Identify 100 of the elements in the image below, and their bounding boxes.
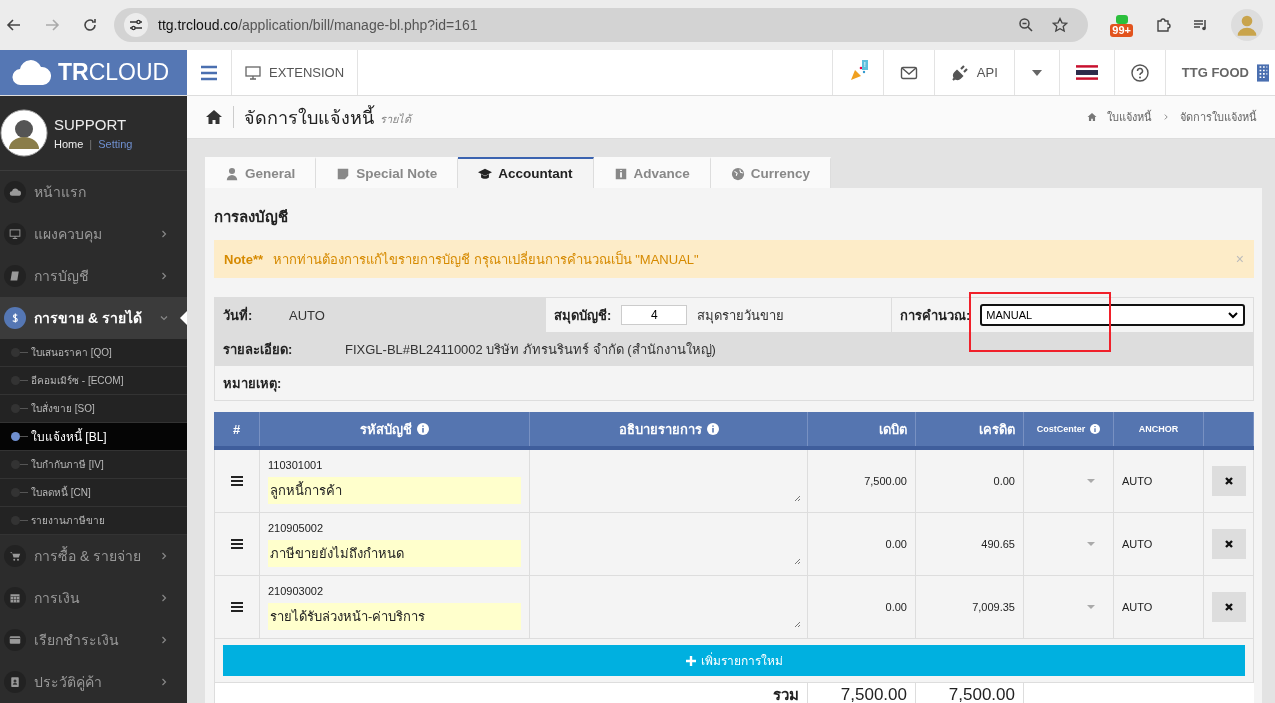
breadcrumb-link[interactable]: ใบแจ้งหนี้ (1107, 108, 1152, 126)
date-value: AUTO (289, 307, 325, 323)
tab[interactable]: General (205, 157, 317, 188)
sidebar-item[interactable]: การบัญชี (0, 255, 187, 297)
total-debit: 7,500.00 (808, 683, 916, 703)
puzzle-icon[interactable] (1155, 17, 1171, 33)
debit-cell: 7,500.00 (808, 450, 916, 512)
star-icon[interactable] (1052, 17, 1069, 33)
reload-icon[interactable] (82, 17, 98, 33)
submenu-item[interactable]: รายงานภาษีขาย (0, 507, 187, 535)
delete-button[interactable] (1211, 466, 1246, 496)
journal-field[interactable]: 4 (621, 305, 688, 325)
field-label: วันที่: (223, 305, 254, 325)
close-icon (1223, 602, 1234, 612)
anchor-cell: AUTO (1114, 576, 1204, 638)
submenu-item[interactable]: ใบกำกับภาษี [IV] (0, 451, 187, 479)
caret-icon (1087, 540, 1095, 548)
breadcrumb-link[interactable]: จัดการใบแจ้งหนี้ (1180, 108, 1257, 126)
account-code: 210903002 (268, 584, 324, 597)
plug-icon (950, 63, 969, 82)
sidebar-item[interactable]: เรียกชำระเงิน (0, 619, 187, 661)
bullet-icon (11, 432, 20, 441)
media-icon[interactable] (1193, 17, 1209, 33)
account-name-field[interactable]: รายได้รับล่วงหน้า-ค่าบริการ (268, 602, 521, 630)
close-icon (1223, 476, 1234, 486)
cloud-icon (4, 181, 26, 203)
active-pointer (180, 311, 187, 325)
delete-button[interactable] (1211, 529, 1246, 559)
home-icon[interactable] (205, 108, 223, 126)
tab[interactable]: Accountant (458, 157, 594, 188)
drag-handle-icon[interactable] (231, 475, 243, 487)
sidebar-item[interactable]: หน้าแรก (0, 171, 187, 213)
submenu-item[interactable]: ใบสั่งขาย [SO] (0, 395, 187, 423)
submenu-item[interactable]: ใบลดหนี้ [CN] (0, 479, 187, 507)
chevron-icon (159, 229, 169, 239)
note-label: Note** (224, 251, 263, 267)
chevron-icon (159, 271, 169, 281)
tab[interactable]: Special Note (316, 157, 459, 188)
bullet-icon (11, 460, 20, 469)
section-title: การลงบัญชี (214, 207, 289, 228)
sidebar-item[interactable]: การเงิน (0, 577, 187, 619)
tab[interactable]: Currency (710, 157, 832, 188)
account-name-field[interactable]: ลูกหนี้การค้า (268, 476, 521, 504)
submenu-item[interactable]: อีคอมเมิร์ซ - [ECOM] (0, 367, 187, 395)
submenu-item[interactable]: ใบเสนอราคา [QO] (0, 339, 187, 367)
column-header: CostCenter (1024, 412, 1114, 446)
address-bar[interactable]: ttg.trcloud.co/application/bill/manage-bl.php?id=161 (114, 8, 1089, 42)
sidebar-item[interactable]: แผงควบคุม (0, 213, 187, 255)
page-title: จัดการใบแจ้งหนี้ (244, 104, 374, 130)
api-button[interactable]: API (933, 50, 1014, 95)
sidebar-item[interactable]: การขาย & รายได้ (0, 297, 187, 339)
delete-button[interactable] (1211, 592, 1246, 622)
sidebar-item[interactable]: การซื้อ & รายจ่าย (0, 535, 187, 577)
building-icon (1257, 63, 1269, 82)
resize-grip-icon (793, 557, 801, 565)
credit-cell: 7,009.35 (916, 576, 1024, 638)
menu-icon (200, 63, 218, 82)
chevron-icon (159, 677, 169, 687)
help-icon (1130, 63, 1149, 82)
note-text: หากท่านต้องการแก้ไขรายการบัญชี กรุณาเปลี่ยนการคำนวณเป็น "MANUAL" (273, 249, 699, 270)
extension-button[interactable]: EXTENSION (231, 50, 359, 95)
graduation-cap-icon (478, 166, 493, 181)
submenu-item[interactable]: ใบแจ้งหนี้ [BL] (0, 423, 187, 451)
column-header: # (214, 412, 260, 446)
monitor-icon (245, 64, 261, 81)
company-button[interactable]: TTG FOOD (1164, 50, 1275, 95)
bullet-icon (11, 376, 20, 385)
extension-badge: 99+ (1110, 23, 1133, 37)
credit-cell: 490.65 (916, 513, 1024, 575)
back-icon[interactable] (6, 17, 22, 33)
drag-handle-icon[interactable] (231, 538, 243, 550)
column-header: รหัสบัญชี (260, 412, 530, 446)
field-label: การคำนวณ: (900, 306, 971, 325)
field-label: หมายเหตุ: (223, 374, 282, 394)
account-code: 110301001 (268, 458, 323, 471)
journal-name: สมุดรายวันขาย (697, 306, 785, 326)
user-icon (225, 166, 239, 181)
separator: | (89, 138, 93, 150)
column-header: เดบิต (808, 412, 916, 446)
credit-cell: 0.00 (916, 450, 1024, 512)
account-name-field[interactable]: ภาษีขายยังไม่ถึงกำหนด (268, 539, 521, 567)
info-icon (706, 423, 719, 435)
zoom-icon[interactable] (1018, 17, 1035, 33)
chevron-icon (159, 313, 169, 323)
sidebar-item[interactable]: ประวัติคู่ค้า (0, 661, 187, 703)
calculation-select[interactable]: MANUAL (980, 304, 1245, 326)
column-header: เครดิต (916, 412, 1024, 446)
notification-badge: ! (861, 60, 869, 70)
setting-link[interactable]: Setting (98, 138, 133, 150)
contact-card-icon (4, 671, 26, 693)
home-link[interactable]: Home (54, 138, 84, 150)
cloud-icon (12, 59, 52, 86)
bullet-icon (11, 516, 20, 525)
debit-cell: 0.00 (808, 576, 916, 638)
drag-handle-icon[interactable] (231, 601, 243, 613)
close-icon (1223, 539, 1234, 549)
chevron-icon (159, 551, 169, 561)
logo[interactable]: TRCLOUD (0, 50, 187, 95)
tab[interactable]: Advance (593, 157, 711, 188)
site-settings-icon[interactable] (124, 13, 148, 37)
